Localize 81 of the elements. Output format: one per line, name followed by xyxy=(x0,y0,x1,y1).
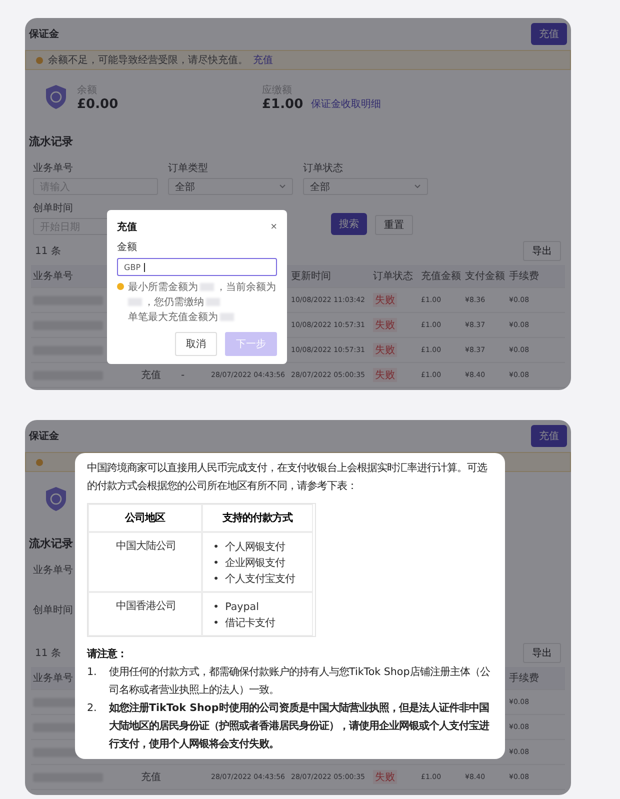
column-header: 公司地区 xyxy=(125,511,165,525)
column-header: 手续费 xyxy=(509,270,539,283)
payment-method: 个人支付宝支付 xyxy=(225,572,296,587)
hint-text: ，当前余额为 xyxy=(216,280,276,294)
bullet: • xyxy=(213,600,220,615)
bullet: • xyxy=(213,572,220,587)
chevron-down-icon xyxy=(414,184,421,189)
note-text: 使用任何的付款方式，都需确保付款账户的持有人与您TikTok Shop店铺注册主体（公司名称或者营业执照上的法人）一致。 xyxy=(109,665,491,698)
stat-amount: £1.00 xyxy=(262,96,304,112)
column-header: 手续费 xyxy=(509,672,539,685)
column-header: 订单状态 xyxy=(373,270,413,283)
record-count: 11 条 xyxy=(35,245,61,258)
select-field[interactable]: 全部 xyxy=(168,178,293,195)
payment-method: 个人网银支付 xyxy=(225,540,286,555)
amount-field[interactable]: GBP xyxy=(117,258,277,276)
shield-icon xyxy=(45,84,67,110)
reset-button[interactable]: 重置 xyxy=(375,215,413,235)
filter-label: 订单类型 xyxy=(168,162,208,175)
column-header: 充值金额 xyxy=(421,270,461,283)
section-title: 流水记录 xyxy=(29,536,73,551)
column-header: 支付金额 xyxy=(465,270,505,283)
table-cell: 中国香港公司 xyxy=(116,599,176,613)
recharge-button[interactable]: 充值 xyxy=(531,425,567,447)
payment-method: 借记卡支付 xyxy=(225,616,276,631)
select-field[interactable]: 全部 xyxy=(303,178,428,195)
blurred-block xyxy=(220,313,234,321)
status-tag: 失败 xyxy=(373,293,397,307)
status-tag: 失败 xyxy=(373,318,397,332)
field-label: 金额 xyxy=(117,240,138,254)
recharge-button[interactable]: 充值 xyxy=(531,23,567,45)
intro-text: 中国跨境商家可以直接用人民币完成支付，在支付收银台上会根据实时汇率进行计算。可选的付款方式会根据您的公司所在地区有所不同，请参考下表： xyxy=(87,461,488,494)
list-number: 1. xyxy=(87,665,98,680)
page-title: 保证金 xyxy=(29,28,59,41)
hint-icon xyxy=(117,283,124,290)
stat-amount: £0.00 xyxy=(77,96,118,112)
blurred-block xyxy=(206,298,220,306)
warning-icon xyxy=(36,56,43,64)
bullet: • xyxy=(213,616,220,631)
column-header: 更新时间 xyxy=(291,270,331,283)
notes-title: 请注意： xyxy=(87,647,128,662)
recharge-link[interactable]: 充值 xyxy=(253,53,273,67)
hint-text: 单笔最大充值金额为 xyxy=(128,310,218,324)
blurred-block xyxy=(128,298,142,306)
filter-label: 业务单号 xyxy=(33,162,73,175)
page-title: 保证金 xyxy=(29,430,59,443)
warning-text: 余额不足，可能导致经营受限，请尽快充值。 xyxy=(48,54,248,67)
export-button[interactable]: 导出 xyxy=(523,241,561,261)
table-cell: 中国大陆公司 xyxy=(116,539,176,553)
section-title: 流水记录 xyxy=(29,134,73,149)
bullet: • xyxy=(213,556,220,571)
filter-label: 创单时间 xyxy=(33,604,73,617)
filter-label: 创单时间 xyxy=(33,202,73,215)
bullet: • xyxy=(213,540,220,555)
status-tag: 失败 xyxy=(373,368,397,382)
details-link[interactable]: 保证金收取明细 xyxy=(311,97,382,111)
hint-text: ，您仍需缴纳 xyxy=(144,296,204,309)
payment-method: Paypal xyxy=(225,600,259,615)
search-button[interactable]: 搜索 xyxy=(331,213,367,235)
cancel-button[interactable]: 取消 xyxy=(175,332,217,356)
status-tag: 失败 xyxy=(373,770,397,784)
column-header: 支持的付款方式 xyxy=(222,511,292,525)
note-text: 如您注册TikTok Shop时使用的公司资质是中国大陆营业执照，但是法人证件非中国大陆地区的居民身份证（护照或者香港居民身份证），请使用企业网银或个人支付宝进行支付，使用个人网银将会支付失败。 xyxy=(109,701,490,752)
shield-icon xyxy=(45,486,67,512)
column-header: 业务单号 xyxy=(33,270,73,283)
dialog-title: 充值 xyxy=(117,220,137,234)
blurred-block xyxy=(200,283,214,291)
payment-method: 企业网银支付 xyxy=(225,556,286,571)
list-number: 2. xyxy=(87,701,98,716)
close-button[interactable]: × xyxy=(270,221,277,233)
record-count: 11 条 xyxy=(35,647,61,660)
chevron-down-icon xyxy=(279,184,286,189)
table-cell-text: 充值 xyxy=(141,368,161,382)
hint-text: 最小所需金额为 xyxy=(128,280,198,294)
table-cell: - xyxy=(181,370,185,380)
filter-label: 业务单号 xyxy=(33,564,73,577)
warning-icon xyxy=(36,458,43,466)
table-cell-text: 充值 xyxy=(141,770,161,784)
status-tag: 失败 xyxy=(373,343,397,357)
export-button[interactable]: 导出 xyxy=(523,643,561,663)
column-header: 业务单号 xyxy=(33,672,73,685)
filter-label: 订单状态 xyxy=(303,162,343,175)
